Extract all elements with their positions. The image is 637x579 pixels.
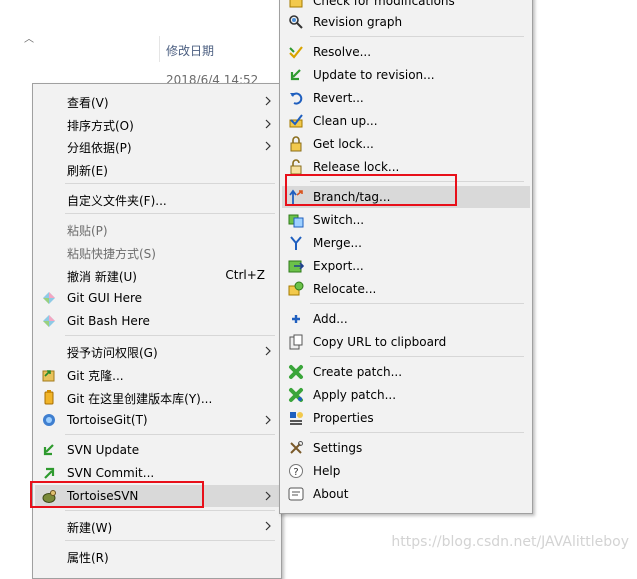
menu-item-tortoisegit[interactable]: TortoiseGit(T) [35,409,279,431]
menu-separator [310,432,524,433]
chevron-right-icon [263,343,273,359]
menu-item-customize-folder[interactable]: 自定义文件夹(F)... [35,188,279,210]
lock-icon [288,136,304,152]
menu-item-new[interactable]: 新建(W) [35,515,279,537]
menu-separator [310,356,524,357]
menu-item-add[interactable]: Add... [282,308,530,330]
svg-text:?: ? [293,467,298,478]
chevron-right-icon [263,412,273,428]
highlight-box-tortoisesvn [30,481,204,508]
resolve-icon [288,44,304,60]
menu-separator [65,213,275,214]
unlock-icon [288,159,304,175]
properties-icon [288,410,304,426]
watermark: https://blog.csdn.net/JAVAlittleboy [391,534,629,550]
menu-item-undo-new[interactable]: 撤消 新建(U) Ctrl+Z [35,264,279,286]
git-repo-icon [41,389,57,405]
add-icon [288,311,304,327]
menu-item-refresh[interactable]: 刷新(E) [35,158,279,180]
menu-item-help[interactable]: ? Help [282,460,530,482]
menu-item-view[interactable]: 查看(V) [35,90,279,112]
revert-icon [288,90,304,106]
menu-item-paste[interactable]: 粘贴(P) [35,218,279,240]
column-header-modified-date[interactable]: 修改日期 [166,42,214,59]
menu-item-svn-update[interactable]: SVN Update [35,439,279,461]
export-icon [288,258,304,274]
menu-item-sort-by[interactable]: 排序方式(O) [35,113,279,135]
menu-item-get-lock[interactable]: Get lock... [282,133,530,155]
about-icon [288,486,304,502]
copy-url-icon [288,334,304,350]
menu-item-create-patch[interactable]: Create patch... [282,361,530,383]
menu-item-git-gui-here[interactable]: Git GUI Here [35,287,279,309]
svn-commit-icon [41,465,57,481]
menu-separator [310,36,524,37]
menu-separator [310,303,524,304]
menu-separator [65,335,275,336]
column-divider [159,36,160,62]
apply-patch-icon [288,387,304,403]
menu-item-group-by[interactable]: 分组依据(P) [35,135,279,157]
git-clone-icon [41,366,57,382]
update-revision-icon [288,67,304,83]
menu-item-settings[interactable]: Settings [282,437,530,459]
menu-separator [65,510,275,511]
menu-item-switch[interactable]: Switch... [282,209,530,231]
git-diamond-icon [41,313,57,329]
chevron-right-icon [263,518,273,534]
svn-update-icon [41,442,57,458]
menu-item-paste-shortcut[interactable]: 粘贴快捷方式(S) [35,241,279,263]
chevron-right-icon [263,93,273,109]
tortoisesvn-submenu: Check for modifications Revision graph R… [279,0,533,514]
menu-item-copy-url[interactable]: Copy URL to clipboard [282,331,530,353]
menu-separator [65,434,275,435]
menu-item-revert[interactable]: Revert... [282,87,530,109]
menu-item-git-bash-here[interactable]: Git Bash Here [35,310,279,332]
menu-item-properties[interactable]: 属性(R) [35,545,279,567]
chevron-right-icon [263,138,273,154]
menu-item-export[interactable]: Export... [282,255,530,277]
help-icon: ? [288,463,304,479]
relocate-icon [288,281,304,297]
sort-up-icon: ︿ [24,34,34,45]
chevron-right-icon [263,488,273,504]
menu-item-relocate[interactable]: Relocate... [282,278,530,300]
folder-check-icon [288,0,304,9]
menu-item-resolve[interactable]: Resolve... [282,41,530,63]
highlight-box-branch-tag [285,174,457,206]
merge-icon [288,235,304,251]
menu-separator [65,540,275,541]
menu-item-git-create-repo[interactable]: Git 在这里创建版本库(Y)... [35,386,279,408]
menu-item-update-to-revision[interactable]: Update to revision... [282,64,530,86]
switch-icon [288,212,304,228]
cleanup-icon [288,113,304,129]
menu-item-revision-graph[interactable]: Revision graph [282,11,530,33]
menu-item-about[interactable]: About [282,483,530,505]
git-diamond-icon [41,290,57,306]
menu-item-properties[interactable]: Properties [282,407,530,429]
menu-item-grant-access[interactable]: 授予访问权限(G) [35,340,279,362]
create-patch-icon [288,364,304,380]
menu-item-clean-up[interactable]: Clean up... [282,110,530,132]
menu-item-git-clone[interactable]: Git 克隆... [35,363,279,385]
tortoisegit-icon [41,412,57,428]
menu-item-apply-patch[interactable]: Apply patch... [282,384,530,406]
menu-item-merge[interactable]: Merge... [282,232,530,254]
menu-separator [65,183,275,184]
chevron-right-icon [263,116,273,132]
revision-graph-icon [288,14,304,30]
settings-icon [288,440,304,456]
